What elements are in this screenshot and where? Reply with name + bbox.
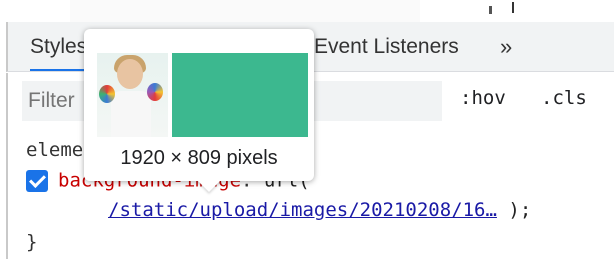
tooltip-arrow <box>197 180 221 192</box>
image-url-link[interactable]: /static/upload/images/20210208/16… <box>108 199 497 221</box>
hover-state-toggle[interactable]: :hov <box>460 87 506 109</box>
thumbnail-divider <box>168 53 172 137</box>
elements-tree-row[interactable] <box>70 0 420 22</box>
cursor-mark <box>512 2 514 13</box>
property-value-suffix: ); <box>496 199 532 221</box>
painted-hand-right <box>147 83 163 101</box>
painted-hand-left <box>99 85 115 103</box>
child-face <box>117 59 143 89</box>
rule-close-brace: } <box>26 231 38 253</box>
image-dimensions: 1920 × 809 pixels <box>120 147 278 169</box>
elements-tree-strip <box>0 0 614 22</box>
child-body <box>111 91 151 137</box>
tab-styles[interactable]: Styles <box>30 22 102 71</box>
more-tabs-icon[interactable]: » <box>500 22 512 71</box>
checked-checkbox-icon[interactable] <box>26 169 48 192</box>
class-toggle[interactable]: .cls <box>541 87 587 109</box>
devtools-styles-panel: Styles Event Listeners » Filter :hov .cl… <box>0 0 614 259</box>
url-value-row: /static/upload/images/20210208/16… ); <box>108 199 531 221</box>
image-thumbnail <box>97 53 308 137</box>
scroll-mark <box>489 6 492 14</box>
tab-event-listeners[interactable]: Event Listeners <box>314 22 459 71</box>
